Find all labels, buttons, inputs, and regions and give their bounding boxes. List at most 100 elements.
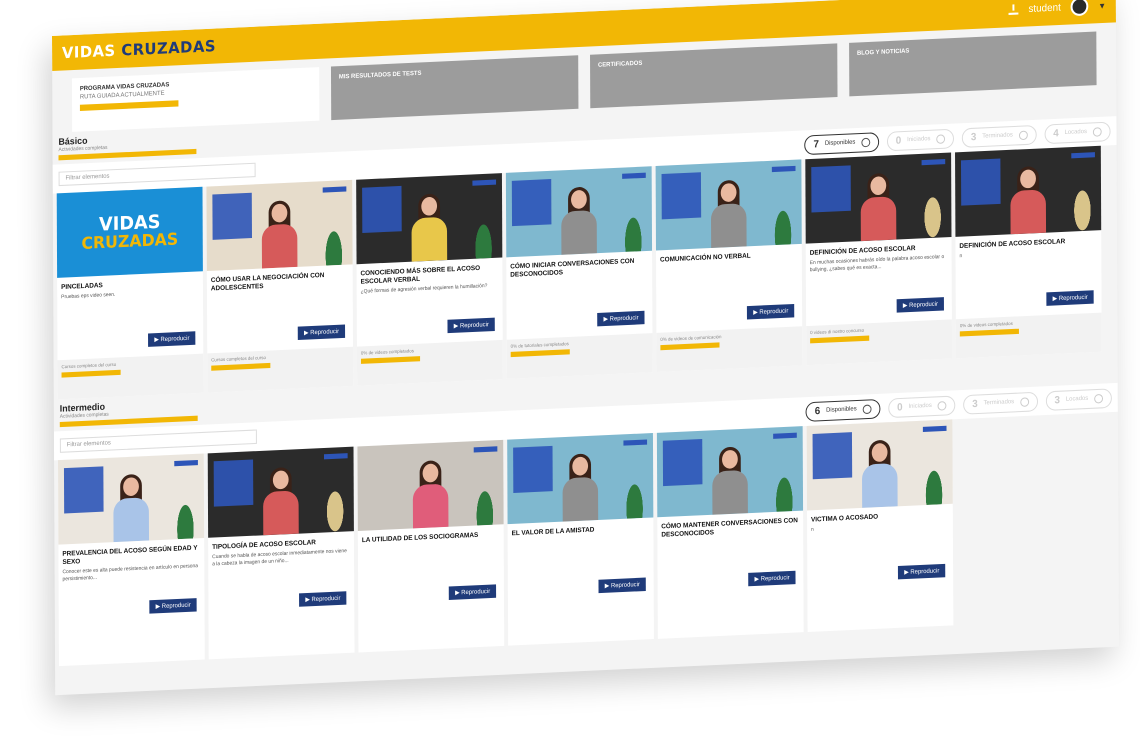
slide-panel — [511, 179, 552, 227]
video-card[interactable]: VICTIMA O ACOSADO n ▶ Reproducir — [806, 419, 954, 632]
status-pill[interactable]: 3 Terminados — [961, 124, 1037, 148]
video-card[interactable]: DEFINICIÓN DE ACOSO ESCOLAR En muchas oca… — [805, 152, 953, 366]
video-card[interactable]: COMUNICACIÓN NO VERBAL ▶ Reproducir 0% de … — [655, 159, 803, 373]
video-thumbnail[interactable] — [505, 166, 653, 258]
progress-bar — [660, 342, 720, 351]
chevron-down-icon[interactable]: ▼ — [1098, 1, 1106, 11]
progress-bar — [959, 328, 1019, 337]
slide-panel — [661, 172, 702, 220]
circle-icon — [1092, 126, 1102, 137]
pill-label: Iniciados — [907, 135, 931, 144]
video-card[interactable]: DEFINICIÓN DE ACOSO ESCOLAR n ▶ Reproducir… — [955, 145, 1102, 359]
video-thumbnail[interactable]: VIDAS CRUZADAS — [56, 186, 203, 278]
status-pill[interactable]: 7 Disponibles — [804, 131, 880, 155]
card-progress: Cursos completos del curso — [57, 353, 204, 400]
video-card[interactable]: LA UTILIDAD DE LOS SOCIOGRAMAS ▶ Reproduc… — [357, 439, 505, 653]
video-thumbnail[interactable] — [207, 446, 354, 538]
play-button[interactable]: ▶ Reproducir — [298, 324, 346, 341]
brand-mark — [622, 172, 646, 179]
video-card[interactable]: EL VALOR DE LA AMISTAD ▶ Reproducir — [507, 433, 654, 646]
app-logo[interactable]: VIDAS CRUZADAS — [62, 37, 216, 63]
plant-decoration — [470, 210, 497, 259]
plant-decoration — [620, 203, 647, 253]
slide-panel — [812, 432, 853, 480]
presenter — [1008, 166, 1048, 235]
filter-input[interactable]: Filtrar elementos — [59, 429, 257, 453]
presenter-body — [710, 203, 747, 248]
brand-mark — [771, 165, 796, 173]
course-section: Intermedio Actividades completas Filtrar e… — [53, 351, 1119, 667]
video-thumbnail[interactable] — [356, 173, 503, 265]
pill-count: 0 — [895, 134, 902, 147]
thumb-logo-text: CRUZADAS — [81, 229, 179, 254]
filter-input[interactable]: Filtrar elementos — [58, 162, 256, 187]
pill-count: 3 — [972, 398, 978, 410]
video-card[interactable]: CÓMO MANTENER CONVERSACIONES CON DESCONO… — [656, 426, 804, 639]
tab-certificados[interactable]: CERTIFICADOS — [590, 43, 838, 109]
video-card[interactable]: CÓMO INICIAR CONVERSACIONES CON DESCONOC… — [505, 166, 653, 379]
pill-label: Terminados — [982, 132, 1013, 140]
video-card[interactable]: CONOCIENDO MÁS SOBRE EL ACOSO ESCOLAR VE… — [356, 173, 503, 386]
pampas-decoration — [322, 479, 348, 533]
presenter-body — [860, 196, 897, 242]
user-avatar[interactable] — [1070, 0, 1089, 17]
status-pill[interactable]: 4 Locados — [1044, 121, 1111, 144]
video-thumbnail[interactable] — [656, 426, 804, 518]
video-thumbnail[interactable] — [955, 145, 1102, 237]
play-button[interactable]: ▶ Reproducir — [148, 331, 196, 347]
status-pill[interactable]: 3 Terminados — [963, 391, 1038, 415]
card-progress: Cursos completos del curso — [207, 346, 354, 393]
status-pill[interactable]: 0 Iniciados — [888, 394, 956, 418]
video-card[interactable]: CÓMO USAR LA NEGOCIACIÓN CON ADOLESCENTE… — [206, 179, 354, 393]
progress-bar — [360, 356, 421, 364]
video-thumbnail[interactable] — [655, 159, 802, 251]
video-thumbnail[interactable] — [357, 439, 504, 531]
tab-programa-vidas-cruzadas[interactable]: PROGRAMA VIDAS CRUZADAS RUTA GUIADA ACTU… — [71, 67, 320, 132]
video-thumbnail[interactable] — [206, 179, 353, 272]
video-thumbnail[interactable] — [806, 419, 953, 511]
pill-label: Locados — [1065, 395, 1089, 403]
play-button[interactable]: ▶ Reproducir — [896, 297, 944, 313]
pill-count: 7 — [813, 138, 819, 151]
play-button[interactable]: ▶ Reproducir — [598, 577, 646, 594]
video-card[interactable]: TIPOLOGÍA DE ACOSO ESCOLAR Cuando se habl… — [207, 446, 355, 660]
pill-count: 3 — [970, 131, 977, 143]
progress-text: 0% de videos completados — [360, 348, 414, 356]
play-button[interactable]: ▶ Reproducir — [748, 570, 796, 587]
presenter — [710, 446, 750, 515]
course-section: Básico Actividades completas Filtrar eleme… — [52, 84, 1117, 400]
plant-decoration — [770, 196, 796, 246]
play-label: Reproducir — [759, 308, 789, 316]
pampas-decoration — [919, 185, 946, 239]
play-button[interactable]: ▶ Reproducir — [149, 598, 197, 614]
video-thumbnail[interactable] — [58, 453, 205, 545]
slide-panel — [513, 445, 553, 493]
video-card[interactable]: VIDAS CRUZADAS PINCELADAS Pruebas eps video… — [56, 186, 204, 400]
status-pill[interactable]: 0 Iniciados — [886, 128, 955, 151]
status-pill[interactable]: 3 Locados — [1045, 387, 1112, 411]
plant-decoration — [621, 470, 648, 519]
presenter — [859, 172, 899, 242]
tab-title: BLOG Y NOTICIAS — [856, 48, 910, 57]
slide-panel — [362, 185, 402, 234]
user-name[interactable]: student — [1028, 2, 1060, 15]
play-button[interactable]: ▶ Reproducir — [747, 303, 795, 320]
video-thumbnail[interactable] — [507, 433, 654, 525]
play-button[interactable]: ▶ Reproducir — [898, 563, 946, 580]
play-label: Reproducir — [610, 581, 640, 590]
play-button[interactable]: ▶ Reproducir — [597, 310, 645, 327]
play-button[interactable]: ▶ Reproducir — [1046, 290, 1094, 306]
presenter-body — [1010, 189, 1047, 235]
tab-blog-noticias[interactable]: BLOG Y NOTICIAS — [849, 31, 1097, 97]
circle-icon — [936, 133, 946, 144]
tab-title: CERTIFICADOS — [597, 60, 643, 69]
play-button[interactable]: ▶ Reproducir — [447, 317, 495, 334]
download-icon[interactable] — [1008, 4, 1019, 15]
play-button[interactable]: ▶ Reproducir — [449, 584, 497, 600]
video-thumbnail[interactable] — [805, 152, 952, 244]
tab-mis-resultados[interactable]: MIS RESULTADOS DE TESTS — [330, 55, 579, 121]
progress-text: 0% de videos completados — [959, 320, 1013, 329]
status-pill[interactable]: 6 Disponibles — [805, 398, 881, 422]
play-button[interactable]: ▶ Reproducir — [299, 591, 347, 607]
video-card[interactable]: PREVALENCIA DEL ACOSO SEGÚN EDAD Y SEXO C… — [58, 453, 205, 667]
